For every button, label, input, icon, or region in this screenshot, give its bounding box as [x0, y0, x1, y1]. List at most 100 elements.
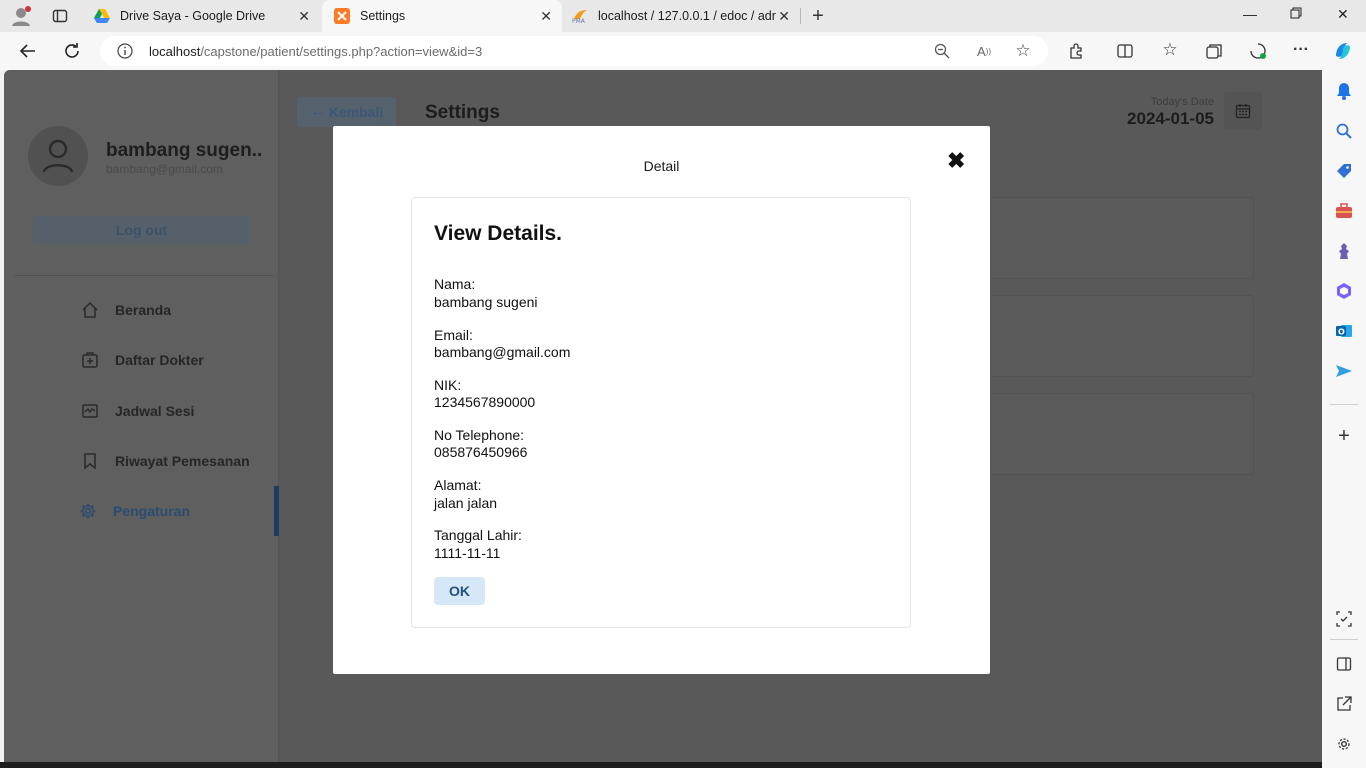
tab-phpmyadmin[interactable]: PMA localhost / 127.0.0.1 / edoc / adr ✕	[564, 0, 800, 32]
sidebar-item-label: Daftar Dokter	[115, 352, 204, 368]
user-email: bambang@gmail.com	[106, 162, 223, 176]
page-title: Settings	[425, 102, 500, 123]
notification-bell-icon[interactable]	[1335, 82, 1353, 100]
field-value-nama: bambang sugeni	[434, 294, 538, 310]
more-menu-icon[interactable]: ···	[1291, 40, 1311, 60]
field-label-nama: Nama:	[434, 276, 476, 292]
browser-essentials-icon[interactable]	[1248, 41, 1268, 61]
tab-title: Settings	[360, 9, 406, 23]
browser-tab-bar: Drive Saya - Google Drive ✕ Settings ✕ P…	[0, 0, 1366, 32]
active-indicator	[274, 486, 279, 536]
arrow-left-icon: ←	[309, 103, 326, 120]
close-icon[interactable]: ✖	[947, 148, 965, 174]
avatar	[28, 126, 88, 186]
sidebar-item-label: Jadwal Sesi	[115, 403, 195, 419]
close-tab-icon[interactable]: ✕	[298, 8, 310, 25]
url-host: localhost	[149, 44, 201, 59]
svg-text:PMA: PMA	[572, 18, 586, 23]
shopping-tag-icon[interactable]	[1335, 162, 1353, 180]
tab-actions-icon[interactable]	[52, 8, 68, 24]
close-tab-icon[interactable]: ✕	[540, 8, 552, 25]
profile-icon[interactable]	[10, 5, 32, 27]
close-tab-icon[interactable]: ✕	[778, 8, 790, 25]
back-label: Kembali	[328, 104, 384, 120]
sidebar-divider	[14, 275, 274, 276]
refresh-icon[interactable]	[62, 41, 82, 61]
close-window-icon[interactable]: ✕	[1337, 6, 1349, 23]
split-screen-icon[interactable]	[1115, 41, 1135, 61]
window-bottom-edge	[0, 762, 1322, 768]
home-icon	[80, 300, 100, 320]
calendar-button[interactable]	[1224, 92, 1262, 130]
logout-button[interactable]: Log out	[33, 216, 250, 244]
field-value-nik: 1234567890000	[434, 394, 536, 410]
outlook-icon[interactable]: O	[1335, 322, 1353, 340]
add-icon[interactable]: +	[1334, 425, 1354, 447]
settings-card[interactable]	[989, 295, 1254, 377]
info-icon[interactable]	[117, 43, 133, 59]
sidebar-item-label: Riwayat Pemesanan	[115, 453, 250, 469]
edge-sidebar: O +	[1322, 70, 1366, 768]
search-icon[interactable]	[1335, 122, 1353, 140]
sidebar-item-daftar-dokter[interactable]: Daftar Dokter	[80, 350, 204, 370]
settings-gear-icon[interactable]	[1335, 735, 1353, 753]
field-label-email: Email:	[434, 327, 473, 343]
tab-title: localhost / 127.0.0.1 / edoc / adr	[598, 9, 776, 23]
doctor-icon	[80, 350, 100, 370]
zoom-out-icon[interactable]	[934, 43, 950, 59]
url-text: localhost/capstone/patient/settings.php?…	[149, 44, 482, 59]
read-aloud-icon[interactable]: A))	[975, 42, 993, 60]
user-name: bambang sugen..	[106, 140, 263, 161]
sidebar-item-label: Pengaturan	[113, 503, 191, 519]
favorites-icon[interactable]: ☆	[1160, 40, 1180, 60]
settings-card[interactable]	[989, 197, 1254, 279]
details-heading: View Details.	[434, 222, 563, 245]
gear-icon	[78, 501, 98, 521]
field-value-telephone: 085876450966	[434, 444, 528, 460]
microsoft-365-icon[interactable]	[1335, 282, 1353, 300]
restore-icon[interactable]	[1290, 6, 1302, 22]
external-link-icon[interactable]	[1335, 695, 1353, 713]
url-field[interactable]: localhost/capstone/patient/settings.php?…	[100, 36, 1048, 66]
sidebar-panel-icon[interactable]	[1335, 655, 1353, 673]
sidebar-item-jadwal-sesi[interactable]: Jadwal Sesi	[80, 401, 194, 421]
details-panel: View Details. Nama: bambang sugeni Email…	[411, 197, 911, 628]
detail-modal: Detail ✖ View Details. Nama: bambang sug…	[333, 126, 990, 674]
extensions-icon[interactable]	[1067, 41, 1087, 61]
bookmark-icon	[80, 451, 100, 471]
tools-icon[interactable]	[1335, 202, 1353, 220]
back-button[interactable]: ← Kembali	[297, 97, 396, 127]
field-label-nik: NIK:	[434, 377, 462, 393]
settings-card[interactable]	[989, 393, 1254, 475]
ok-button[interactable]: OK	[434, 577, 485, 605]
back-arrow-icon[interactable]	[18, 41, 38, 61]
copilot-icon[interactable]	[1332, 40, 1354, 62]
today-label: Today's Date	[1150, 96, 1214, 108]
send-icon[interactable]	[1335, 362, 1353, 380]
favorite-star-icon[interactable]: ☆	[1014, 41, 1032, 60]
browser-address-bar: localhost/capstone/patient/settings.php?…	[0, 32, 1366, 70]
field-label-telephone: No Telephone:	[434, 427, 525, 443]
phpmyadmin-icon: PMA	[572, 8, 588, 24]
sidebar: bambang sugen.. bambang@gmail.com Log ou…	[4, 70, 279, 762]
xampp-icon	[334, 8, 350, 24]
field-value-tanggal-lahir: 1111-11-11	[434, 545, 501, 561]
field-label-tanggal-lahir: Tanggal Lahir:	[434, 527, 522, 543]
tab-title: Drive Saya - Google Drive	[120, 9, 266, 23]
new-tab-icon[interactable]: +	[808, 5, 828, 27]
games-icon[interactable]	[1335, 242, 1353, 260]
field-label-alamat: Alamat:	[434, 477, 482, 493]
field-value-alamat: jalan jalan	[434, 495, 498, 511]
field-value-email: bambang@gmail.com	[434, 344, 571, 360]
tab-google-drive[interactable]: Drive Saya - Google Drive ✕	[84, 0, 320, 32]
sidebar-item-label: Beranda	[115, 302, 172, 318]
sidebar-item-pengaturan[interactable]: Pengaturan	[78, 501, 190, 521]
sidebar-item-beranda[interactable]: Beranda	[80, 300, 171, 320]
tab-settings[interactable]: Settings ✕	[322, 0, 562, 32]
calendar-icon	[1235, 104, 1251, 119]
collections-icon[interactable]	[1204, 41, 1224, 61]
screenshot-icon[interactable]	[1335, 610, 1353, 628]
minimize-icon[interactable]: —	[1243, 6, 1257, 22]
sidebar-item-riwayat-pemesanan[interactable]: Riwayat Pemesanan	[80, 451, 250, 471]
schedule-icon	[80, 401, 100, 421]
